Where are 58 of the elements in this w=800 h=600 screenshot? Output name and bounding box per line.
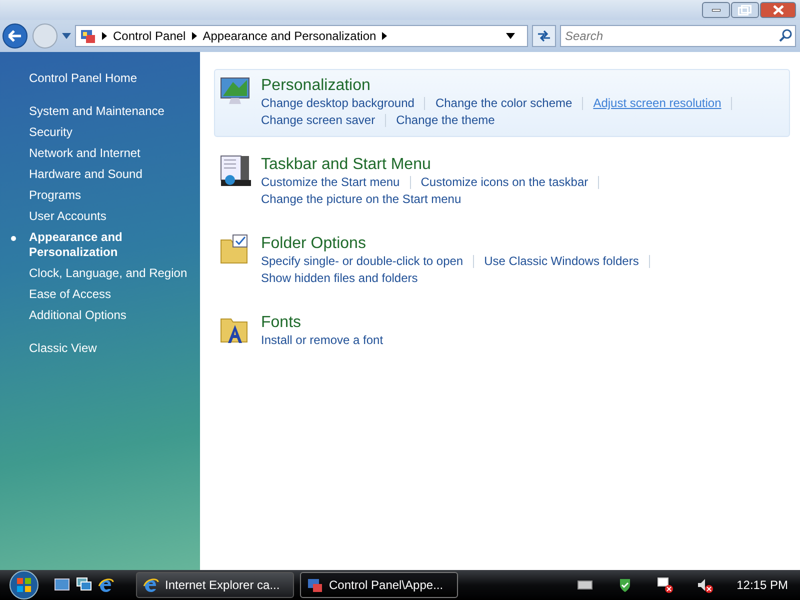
restore-button[interactable] bbox=[731, 2, 759, 18]
taskbar-icon[interactable] bbox=[219, 155, 251, 187]
sidebar-item[interactable]: User Accounts bbox=[0, 206, 200, 227]
sidebar-item[interactable]: Hardware and Sound bbox=[0, 164, 200, 185]
show-desktop-icon[interactable] bbox=[54, 577, 70, 593]
task-link[interactable]: Customize icons on the taskbar bbox=[420, 174, 588, 191]
taskbar-button[interactable]: Internet Explorer ca... bbox=[136, 572, 294, 598]
address-bar[interactable]: Control Panel Appearance and Personalization bbox=[75, 25, 528, 47]
close-button[interactable] bbox=[760, 2, 796, 18]
close-icon bbox=[772, 5, 784, 15]
chevron-right-icon bbox=[102, 32, 107, 40]
minimize-icon bbox=[712, 8, 720, 12]
volume-muted-icon[interactable] bbox=[696, 577, 713, 593]
sidebar-link[interactable]: Classic View bbox=[0, 338, 200, 359]
task-link[interactable]: Install or remove a font bbox=[261, 332, 384, 349]
task-link[interactable]: Show hidden files and folders bbox=[261, 270, 418, 287]
chevron-right-icon bbox=[382, 32, 388, 40]
dropdown-arrow-icon[interactable] bbox=[506, 33, 515, 39]
breadcrumb-item[interactable]: Control Panel bbox=[113, 29, 186, 43]
network-error-icon[interactable] bbox=[656, 577, 673, 593]
switch-windows-icon[interactable] bbox=[76, 577, 92, 593]
sidebar-item[interactable]: Ease of Access bbox=[0, 284, 200, 305]
control-panel-icon bbox=[80, 28, 96, 44]
taskbar-button[interactable]: Control Panel\Appe... bbox=[300, 572, 458, 598]
category-title[interactable]: Fonts bbox=[261, 313, 384, 332]
category-title[interactable]: Folder Options bbox=[261, 234, 660, 253]
task-link[interactable]: Specify single- or double-click to open bbox=[261, 253, 464, 270]
breadcrumb-item[interactable]: Appearance and Personalization bbox=[202, 29, 376, 43]
chevron-right-icon bbox=[192, 32, 197, 40]
sidebar-item[interactable]: Programs bbox=[0, 185, 200, 206]
task-link[interactable]: Adjust screen resolution bbox=[593, 95, 722, 112]
sidebar-link[interactable]: Control Panel Home bbox=[0, 68, 200, 89]
sidebar-item[interactable]: System and Maintenance bbox=[0, 101, 200, 122]
refresh-arrows-icon bbox=[536, 29, 552, 43]
search-icon[interactable] bbox=[779, 29, 792, 42]
clock[interactable]: 12:15 PM bbox=[736, 578, 788, 592]
restore-icon bbox=[738, 4, 752, 16]
sidebar-item[interactable]: Network and Internet bbox=[0, 143, 200, 164]
category-title[interactable]: Personalization bbox=[261, 76, 742, 95]
task-link[interactable]: Customize the Start menu bbox=[261, 174, 400, 191]
browser-icon bbox=[143, 577, 159, 593]
task-link[interactable]: Change the theme bbox=[396, 112, 495, 129]
sidebar-item[interactable]: Clock, Language, and Region bbox=[0, 263, 200, 284]
task-link[interactable]: Change the color scheme bbox=[435, 95, 572, 112]
task-link[interactable]: Change desktop background bbox=[261, 95, 414, 112]
control-panel-icon bbox=[307, 577, 323, 593]
search-field[interactable]: Search bbox=[560, 25, 796, 47]
sidebar-item[interactable]: Additional Options bbox=[0, 305, 200, 326]
task-link[interactable]: Use Classic Windows folders bbox=[484, 253, 639, 270]
category-title[interactable]: Taskbar and Start Menu bbox=[261, 155, 610, 174]
sidebar-item[interactable]: Appearance and Personalization bbox=[0, 227, 200, 263]
task-link[interactable]: Change the picture on the Start menu bbox=[261, 191, 462, 208]
back-button[interactable] bbox=[2, 23, 28, 49]
minimize-button[interactable] bbox=[702, 2, 730, 18]
task-link[interactable]: Change screen saver bbox=[261, 112, 376, 129]
refresh-button[interactable] bbox=[532, 25, 556, 47]
sidebar-item[interactable]: Security bbox=[0, 122, 200, 143]
browser-icon[interactable] bbox=[98, 577, 114, 593]
